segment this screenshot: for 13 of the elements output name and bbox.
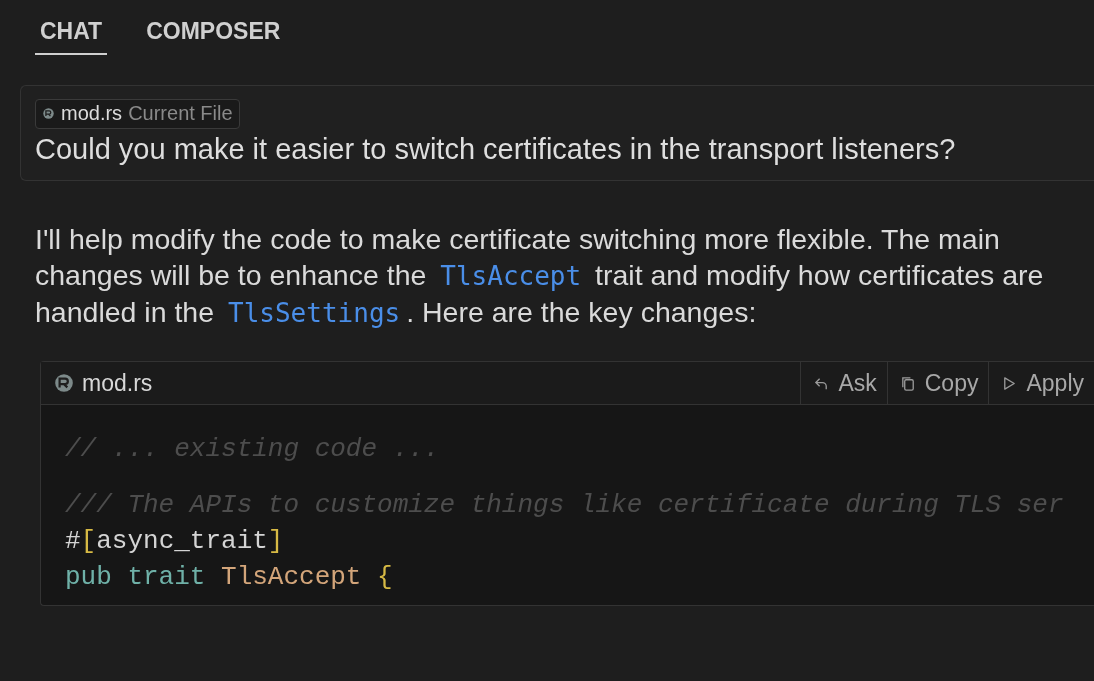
- file-name: mod.rs: [82, 369, 153, 397]
- file-note: Current File: [128, 102, 233, 125]
- query-text: Could you make it easier to switch certificates in the transport listeners?: [35, 133, 957, 166]
- response-paragraph: I'll help modify the code to make certificate switching more flexible. The main changes will be to enhance the TlsAccept trait and modify how certificates are handled in the TlsSettings . Here are the key changes:: [35, 222, 1045, 330]
- code-line: pub trait TlsAccept {: [65, 561, 394, 594]
- tab[interactable]: COMPOSER: [146, 14, 281, 55]
- tab[interactable]: CHAT: [35, 14, 108, 55]
- context-chip[interactable]: mod.rs Current File: [35, 99, 240, 129]
- file-name: mod.rs: [61, 102, 123, 125]
- rust-file-icon: [42, 107, 55, 120]
- copy-icon: [899, 374, 917, 392]
- rust-file-icon: [53, 372, 75, 394]
- code-line: #[async_trait]: [65, 525, 285, 558]
